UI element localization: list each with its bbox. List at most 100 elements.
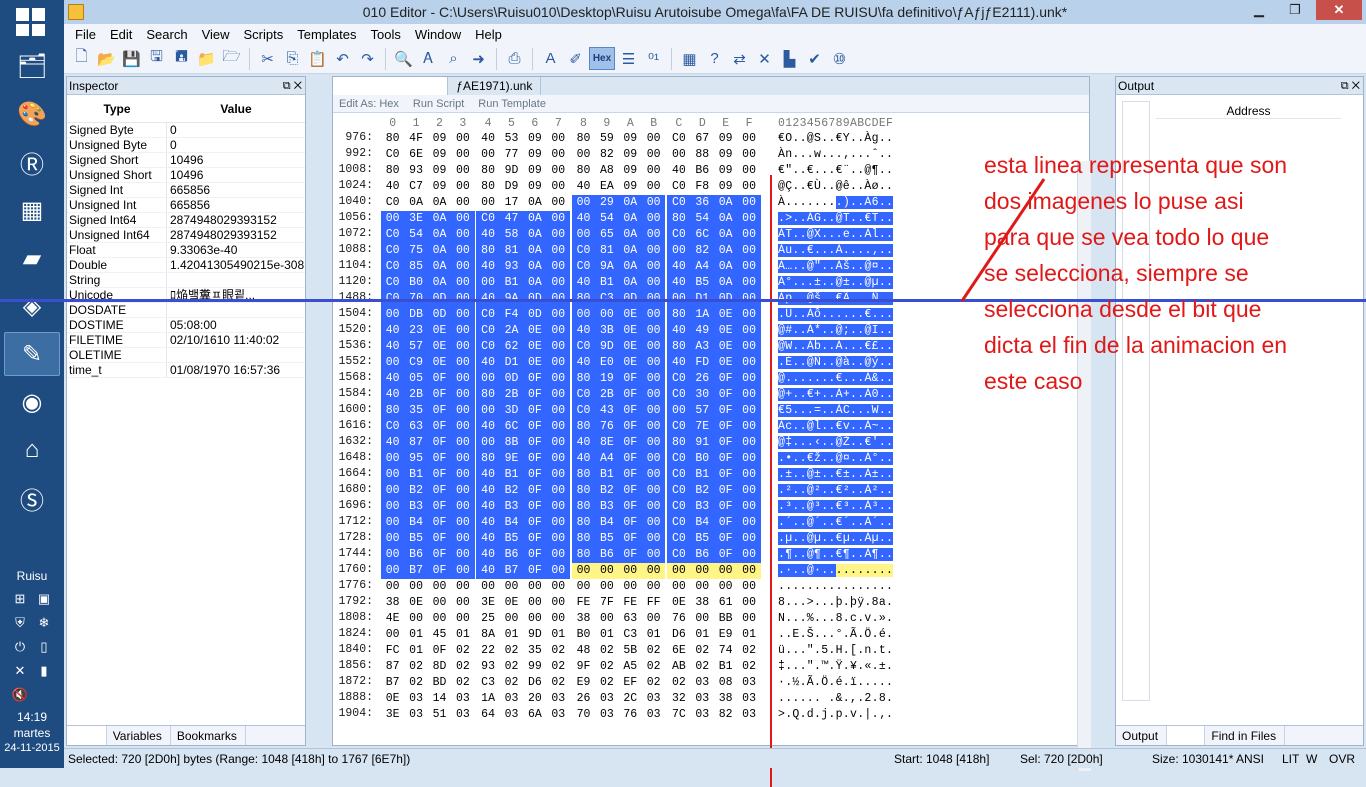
hex-byte[interactable]: 09 — [619, 147, 642, 163]
hex-byte[interactable]: 00 — [546, 339, 570, 355]
hex-byte[interactable]: 54 — [404, 227, 428, 243]
hex-byte[interactable]: B1 — [404, 467, 428, 483]
hex-byte[interactable]: 80 — [571, 531, 596, 547]
hex-byte[interactable]: 5B — [619, 643, 642, 659]
ascii-text[interactable]: €O..@S..€Y..Àg.. — [778, 131, 893, 147]
hex-byte[interactable]: 01 — [404, 627, 427, 643]
hex-byte[interactable]: 0F — [618, 403, 642, 419]
hex-byte[interactable]: FE — [572, 595, 595, 611]
hex-byte[interactable]: 00 — [381, 563, 405, 579]
hex-byte[interactable]: 80 — [381, 403, 405, 419]
hex-byte[interactable]: 03 — [691, 707, 714, 723]
hex-byte[interactable]: 00 — [737, 259, 761, 275]
hex-byte[interactable]: 00 — [619, 579, 642, 595]
hex-byte[interactable]: C0 — [571, 259, 596, 275]
hex-byte[interactable]: 01 — [547, 627, 570, 643]
hex-byte[interactable]: 0F — [714, 531, 738, 547]
hex-byte[interactable]: 02 — [500, 643, 523, 659]
hex-byte[interactable]: B1 — [499, 467, 524, 483]
hex-byte[interactable]: 00 — [547, 179, 570, 195]
status-lit[interactable]: LIT — [1282, 752, 1299, 766]
hex-byte[interactable]: 0F — [714, 435, 738, 451]
hex-byte[interactable]: EF — [619, 675, 642, 691]
hex-byte[interactable]: 0F — [523, 387, 547, 403]
hex-byte[interactable]: C0 — [381, 243, 405, 259]
ascii-text[interactable]: .³..@³..€³..À³.. — [778, 499, 894, 515]
hex-byte[interactable]: 2B — [499, 387, 524, 403]
hex-byte[interactable]: 00 — [737, 227, 761, 243]
paint-icon[interactable]: 🎨 — [4, 92, 60, 136]
hex-byte[interactable]: 00 — [523, 579, 546, 595]
hex-byte[interactable]: 0D — [523, 307, 547, 323]
hex-byte[interactable]: 0F — [427, 435, 452, 451]
ascii-text[interactable]: À…..@"..Àš..@¤.. — [778, 259, 894, 275]
hex-byte[interactable]: 05 — [404, 371, 428, 387]
hex-byte[interactable]: 03 — [642, 707, 665, 723]
menu-window[interactable]: Window — [408, 27, 468, 42]
hex-byte[interactable]: C3 — [476, 675, 499, 691]
hex-byte[interactable]: C0 — [381, 227, 405, 243]
hex-byte[interactable]: 00 — [642, 483, 666, 499]
hex-byte[interactable]: 03 — [691, 675, 714, 691]
hex-byte[interactable]: 00 — [451, 307, 475, 323]
tab-find[interactable]: Find — [1167, 726, 1206, 745]
hex-byte[interactable]: 00 — [381, 483, 405, 499]
hex-byte[interactable]: 00 — [546, 419, 570, 435]
hex-byte[interactable]: 02 — [595, 659, 618, 675]
hex-byte[interactable]: A3 — [690, 339, 714, 355]
hex-byte[interactable]: 00 — [451, 355, 475, 371]
hex-byte[interactable]: 40 — [476, 515, 500, 531]
hex-byte[interactable]: 0E — [618, 307, 642, 323]
hex-byte[interactable]: 00 — [546, 243, 570, 259]
hex-byte[interactable]: 08 — [714, 675, 737, 691]
hex-byte[interactable]: 19 — [595, 371, 619, 387]
hex-byte[interactable]: 0F — [523, 515, 547, 531]
hex-byte[interactable]: 02 — [642, 643, 665, 659]
hex-byte[interactable]: 23 — [404, 323, 428, 339]
hex-byte[interactable]: 2C — [619, 691, 642, 707]
hex-byte[interactable]: 48 — [572, 643, 595, 659]
hex-byte[interactable]: D6 — [667, 627, 690, 643]
hex-byte[interactable]: 87 — [381, 659, 404, 675]
hex-byte[interactable]: 70 — [572, 707, 595, 723]
hex-byte[interactable]: 80 — [667, 435, 691, 451]
hex-byte[interactable]: 00 — [381, 451, 405, 467]
hex-byte[interactable]: B3 — [595, 499, 619, 515]
base-converter-icon[interactable]: ⑩ — [828, 47, 851, 70]
ascii-text[interactable]: .·..@·.......... — [778, 563, 894, 579]
tab-output[interactable]: Output — [1116, 726, 1168, 745]
redo-icon[interactable]: ↷ — [356, 47, 379, 70]
hex-byte[interactable]: 0F — [523, 467, 547, 483]
hex-byte[interactable]: 00 — [737, 355, 761, 371]
hex-byte[interactable]: 30 — [690, 387, 714, 403]
hex-byte[interactable]: 00 — [428, 611, 451, 627]
hex-byte[interactable]: 09 — [428, 179, 451, 195]
hex-byte[interactable]: 00 — [451, 147, 474, 163]
hex-byte[interactable]: 01 — [595, 627, 618, 643]
hex-byte[interactable]: 00 — [546, 211, 570, 227]
hex-byte[interactable]: 00 — [737, 243, 761, 259]
hex-byte[interactable]: 0A — [714, 195, 738, 211]
new-file-icon[interactable]: 🗋 — [70, 47, 93, 70]
hex-byte[interactable]: 6C — [499, 419, 524, 435]
hex-byte[interactable]: 65 — [595, 227, 619, 243]
inspector-row[interactable]: Float 9.33063e-40 — [67, 243, 305, 258]
hex-byte[interactable]: 00 — [546, 275, 570, 291]
hex-byte[interactable]: B0 — [404, 275, 428, 291]
hex-byte[interactable]: 0E — [523, 339, 547, 355]
hex-byte[interactable]: B2 — [690, 483, 714, 499]
hex-byte[interactable]: 00 — [428, 579, 451, 595]
hex-byte[interactable]: 0E — [714, 355, 738, 371]
hex-byte[interactable]: A4 — [595, 451, 619, 467]
open-file-icon[interactable]: 📂 — [95, 47, 118, 70]
ascii-text[interactable]: .Û..Àô......€... — [778, 307, 894, 323]
ascii-text[interactable]: @W..Àb..À...€£.. — [778, 339, 894, 355]
inspector-row[interactable]: Unsigned Short 10496 — [67, 168, 305, 183]
hex-byte[interactable]: 40 — [571, 435, 596, 451]
hex-byte[interactable]: 4E — [381, 611, 404, 627]
hex-byte[interactable]: 00 — [381, 515, 405, 531]
hex-byte[interactable]: 0A — [618, 243, 642, 259]
inspector-row[interactable]: OLETIME — [67, 348, 305, 363]
hex-byte[interactable]: 2A — [499, 323, 524, 339]
hex-byte[interactable]: 40 — [476, 563, 500, 579]
